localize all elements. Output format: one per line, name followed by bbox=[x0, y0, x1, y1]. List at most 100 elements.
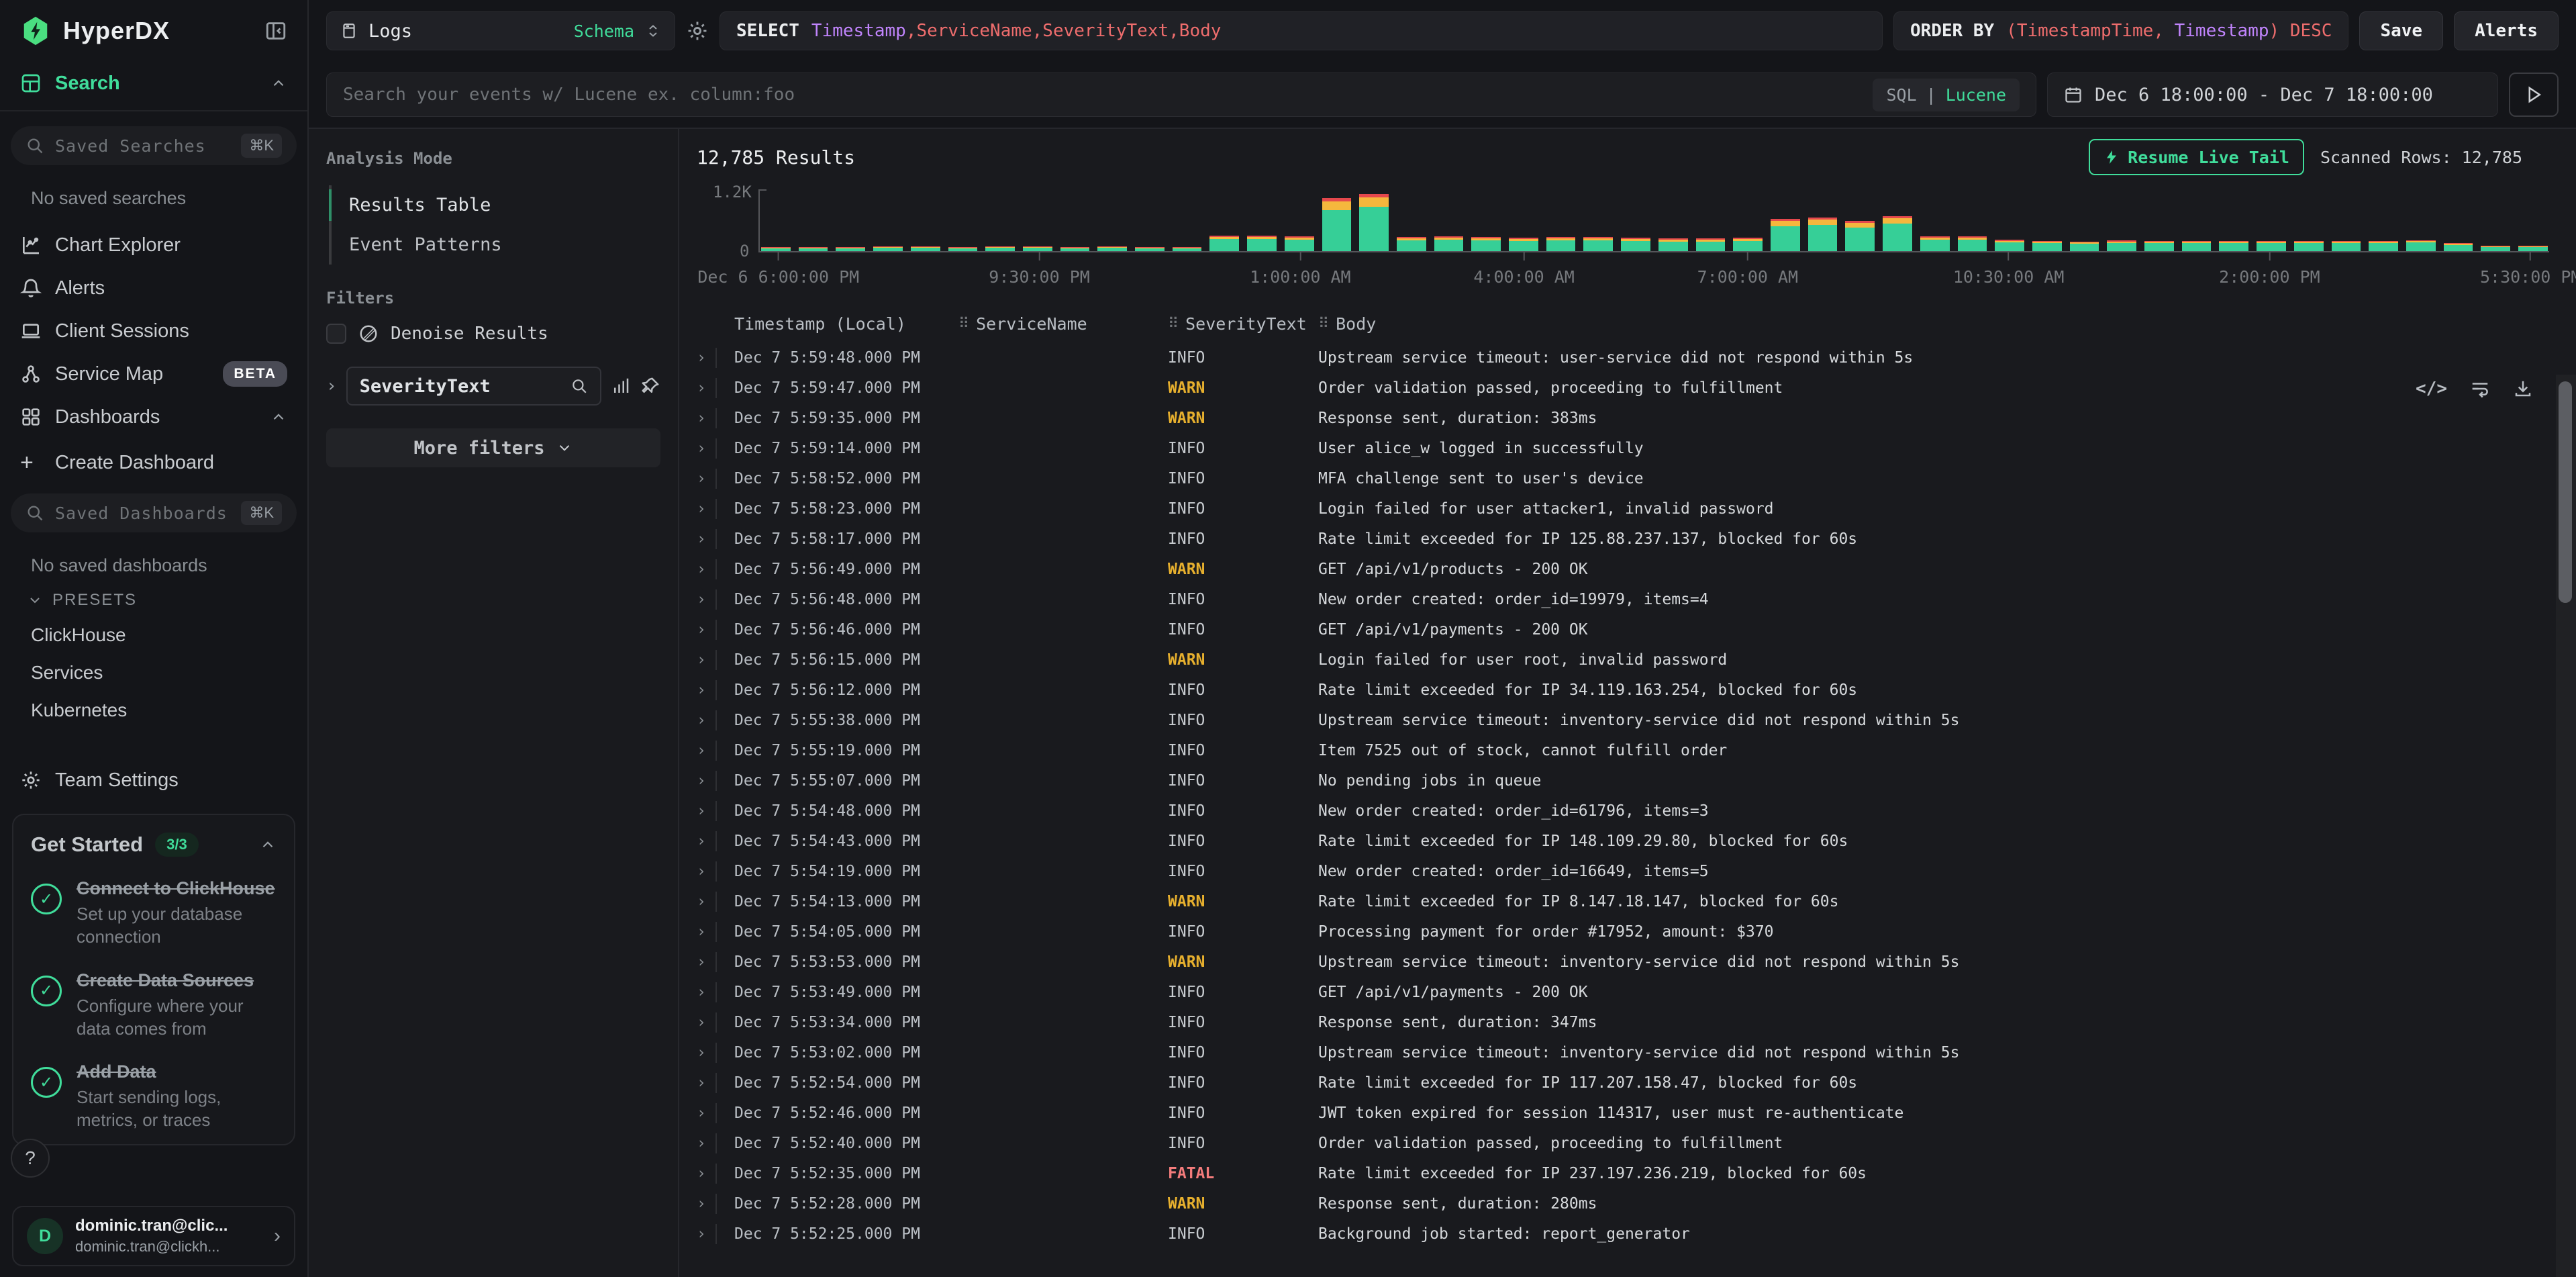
histogram-bar[interactable] bbox=[1883, 216, 1912, 251]
histogram-bar[interactable] bbox=[1209, 236, 1239, 251]
chevron-right-icon[interactable]: › bbox=[697, 349, 706, 367]
get-started-header[interactable]: Get Started 3/3 bbox=[31, 833, 277, 857]
histogram-bar[interactable] bbox=[836, 247, 865, 251]
histogram-bar[interactable] bbox=[948, 247, 978, 251]
table-row[interactable]: ›Dec 7 5:52:25.000 PMINFOBackground job … bbox=[697, 1219, 2576, 1249]
chart-toggle-icon[interactable] bbox=[611, 376, 631, 396]
source-select[interactable]: Logs Schema bbox=[326, 11, 675, 50]
table-row[interactable]: ›Dec 7 5:59:47.000 PMWARNOrder validatio… bbox=[697, 373, 2576, 403]
table-row[interactable]: ›Dec 7 5:54:13.000 PMWARNRate limit exce… bbox=[697, 886, 2576, 916]
histogram-bar[interactable] bbox=[1285, 236, 1314, 251]
chevron-right-icon[interactable]: › bbox=[697, 440, 706, 457]
chevron-right-icon[interactable]: › bbox=[697, 863, 706, 880]
histogram-bar[interactable] bbox=[1359, 194, 1389, 251]
chevron-right-icon[interactable]: › bbox=[697, 651, 706, 669]
histogram-bar[interactable] bbox=[1995, 240, 2024, 251]
get-started-item[interactable]: ✓Create Data SourcesConfigure where your… bbox=[31, 969, 277, 1041]
chevron-right-icon[interactable]: › bbox=[697, 893, 706, 910]
chevron-right-icon[interactable]: › bbox=[697, 470, 706, 487]
row-expand-cell[interactable]: › bbox=[697, 378, 734, 398]
sidebar-item-search[interactable]: Search bbox=[9, 62, 298, 105]
save-button[interactable]: Save bbox=[2359, 11, 2443, 50]
histogram-bar[interactable] bbox=[761, 247, 791, 251]
chevron-right-icon[interactable]: › bbox=[697, 561, 706, 578]
chevron-right-icon[interactable]: › bbox=[697, 379, 706, 397]
mode-event-patterns[interactable]: Event Patterns bbox=[332, 225, 660, 265]
histogram-bar[interactable] bbox=[1322, 198, 1352, 251]
histogram-bar[interactable] bbox=[2481, 246, 2510, 251]
code-view-icon[interactable]: </> bbox=[2416, 379, 2447, 399]
user-profile-card[interactable]: D dominic.tran@clic... dominic.tran@clic… bbox=[12, 1206, 295, 1266]
table-row[interactable]: ›Dec 7 5:55:07.000 PMINFONo pending jobs… bbox=[697, 765, 2576, 796]
table-row[interactable]: ›Dec 7 5:54:48.000 PMINFONew order creat… bbox=[697, 796, 2576, 826]
chevron-right-icon[interactable]: › bbox=[697, 1165, 706, 1182]
sidebar-item-chart-explorer[interactable]: Chart Explorer bbox=[9, 224, 298, 267]
drag-handle-icon[interactable]: ⠿ bbox=[1318, 316, 1329, 332]
chevron-right-icon[interactable]: › bbox=[697, 984, 706, 1001]
chevron-right-icon[interactable]: › bbox=[697, 833, 706, 850]
row-expand-cell[interactable]: › bbox=[697, 1043, 734, 1063]
chevron-right-icon[interactable]: › bbox=[697, 1225, 706, 1243]
histogram-bar[interactable] bbox=[1771, 219, 1800, 251]
histogram-bar[interactable] bbox=[1583, 237, 1613, 251]
table-row[interactable]: ›Dec 7 5:53:49.000 PMINFOGET /api/v1/pay… bbox=[697, 977, 2576, 1007]
row-expand-cell[interactable]: › bbox=[697, 1103, 734, 1123]
histogram-bar[interactable] bbox=[1733, 238, 1763, 251]
table-row[interactable]: ›Dec 7 5:56:15.000 PMWARNLogin failed fo… bbox=[697, 645, 2576, 675]
histogram-bar[interactable] bbox=[2369, 241, 2398, 251]
histogram-bar[interactable] bbox=[1509, 238, 1538, 251]
row-expand-cell[interactable]: › bbox=[697, 620, 734, 640]
table-row[interactable]: ›Dec 7 5:55:38.000 PMINFOUpstream servic… bbox=[697, 705, 2576, 735]
row-expand-cell[interactable]: › bbox=[697, 982, 734, 1002]
chevron-right-icon[interactable]: › bbox=[697, 530, 706, 548]
table-row[interactable]: ›Dec 7 5:56:12.000 PMINFORate limit exce… bbox=[697, 675, 2576, 705]
sidebar-item-alerts[interactable]: Alerts bbox=[9, 267, 298, 310]
table-row[interactable]: ›Dec 7 5:56:46.000 PMINFOGET /api/v1/pay… bbox=[697, 614, 2576, 645]
histogram-bar[interactable] bbox=[799, 247, 828, 251]
chevron-right-icon[interactable]: › bbox=[326, 376, 337, 396]
table-row[interactable]: ›Dec 7 5:53:34.000 PMINFOResponse sent, … bbox=[697, 1007, 2576, 1037]
preset-services[interactable]: Services bbox=[0, 654, 307, 692]
row-expand-cell[interactable]: › bbox=[697, 801, 734, 821]
chevron-right-icon[interactable]: › bbox=[697, 500, 706, 518]
histogram-bar[interactable] bbox=[2070, 242, 2099, 251]
drag-handle-icon[interactable]: ⠿ bbox=[1168, 316, 1179, 332]
row-expand-cell[interactable]: › bbox=[697, 1073, 734, 1093]
histogram-bar[interactable] bbox=[2144, 241, 2174, 251]
table-row[interactable]: ›Dec 7 5:58:52.000 PMINFOMFA challenge s… bbox=[697, 463, 2576, 493]
chevron-right-icon[interactable]: › bbox=[697, 802, 706, 820]
table-row[interactable]: ›Dec 7 5:58:17.000 PMINFORate limit exce… bbox=[697, 524, 2576, 554]
table-row[interactable]: ›Dec 7 5:53:53.000 PMWARNUpstream servic… bbox=[697, 947, 2576, 977]
histogram-bar[interactable] bbox=[2332, 241, 2361, 251]
table-row[interactable]: ›Dec 7 5:59:48.000 PMINFOUpstream servic… bbox=[697, 342, 2576, 373]
table-row[interactable]: ›Dec 7 5:52:28.000 PMWARNResponse sent, … bbox=[697, 1188, 2576, 1219]
row-expand-cell[interactable]: › bbox=[697, 589, 734, 610]
source-settings-gear-icon[interactable] bbox=[686, 19, 709, 42]
row-expand-cell[interactable]: › bbox=[697, 499, 734, 519]
row-expand-cell[interactable]: › bbox=[697, 408, 734, 428]
wrap-lines-icon[interactable] bbox=[2470, 379, 2490, 399]
chevron-right-icon[interactable]: › bbox=[697, 1135, 706, 1152]
table-row[interactable]: ›Dec 7 5:59:35.000 PMWARNResponse sent, … bbox=[697, 403, 2576, 433]
table-row[interactable]: ›Dec 7 5:56:49.000 PMWARNGET /api/v1/pro… bbox=[697, 554, 2576, 584]
histogram-bar[interactable] bbox=[1097, 246, 1127, 251]
sidebar-item-client-sessions[interactable]: Client Sessions bbox=[9, 310, 298, 352]
histogram-bar[interactable] bbox=[873, 246, 903, 251]
row-expand-cell[interactable]: › bbox=[697, 469, 734, 489]
row-expand-cell[interactable]: › bbox=[697, 922, 734, 942]
row-expand-cell[interactable]: › bbox=[697, 1133, 734, 1153]
denoise-results-toggle[interactable]: Denoise Results bbox=[326, 324, 660, 344]
table-row[interactable]: ›Dec 7 5:55:19.000 PMINFOItem 7525 out o… bbox=[697, 735, 2576, 765]
chevron-right-icon[interactable]: › bbox=[697, 1074, 706, 1092]
column-header-servicename[interactable]: ⠿ServiceName bbox=[958, 314, 1168, 334]
histogram-bar[interactable] bbox=[1023, 246, 1052, 251]
chevron-right-icon[interactable]: › bbox=[697, 772, 706, 790]
row-expand-cell[interactable]: › bbox=[697, 438, 734, 459]
histogram-bar[interactable] bbox=[1808, 218, 1838, 251]
resume-live-tail-button[interactable]: Resume Live Tail bbox=[2089, 139, 2304, 175]
chevron-right-icon[interactable]: › bbox=[697, 1014, 706, 1031]
table-row[interactable]: ›Dec 7 5:58:23.000 PMINFOLogin failed fo… bbox=[697, 493, 2576, 524]
row-expand-cell[interactable]: › bbox=[697, 771, 734, 791]
table-row[interactable]: ›Dec 7 5:54:19.000 PMINFONew order creat… bbox=[697, 856, 2576, 886]
histogram-bar[interactable] bbox=[985, 246, 1015, 251]
